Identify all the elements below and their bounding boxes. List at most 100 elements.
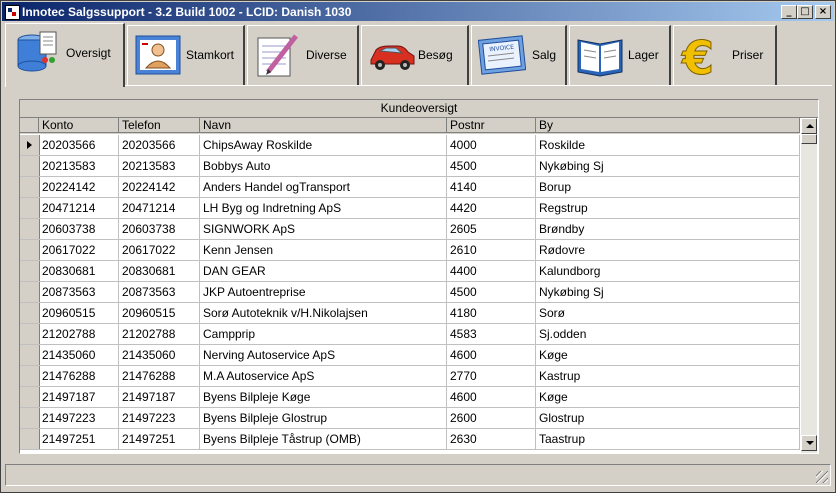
- table-row[interactable]: 20873563 20873563 JKP Autoentreprise 4500 Ny…: [20, 282, 800, 303]
- cell-postnr[interactable]: 4600: [447, 387, 536, 407]
- table-row[interactable]: 20830681 20830681 DAN GEAR 4400 Kalundborg: [20, 261, 800, 282]
- table-row[interactable]: 20960515 20960515 Sorø Autoteknik v/H.Niko…: [20, 303, 800, 324]
- cell-navn[interactable]: LH Byg og Indretning ApS: [200, 198, 447, 218]
- app-icon[interactable]: [5, 5, 20, 20]
- cell-navn[interactable]: JKP Autoentreprise: [200, 282, 447, 302]
- cell-by[interactable]: Sorø: [536, 303, 800, 323]
- table-row[interactable]: 21497187 21497187 Byens Bilpleje Køge 4600 K…: [20, 387, 800, 408]
- cell-by[interactable]: Regstrup: [536, 198, 800, 218]
- cell-postnr[interactable]: 4500: [447, 156, 536, 176]
- column-header-navn[interactable]: Navn: [200, 118, 447, 133]
- cell-postnr[interactable]: 4600: [447, 345, 536, 365]
- cell-konto[interactable]: 20224142: [39, 177, 119, 197]
- cell-telefon[interactable]: 20873563: [119, 282, 200, 302]
- cell-postnr[interactable]: 4583: [447, 324, 536, 344]
- tab-lager[interactable]: Lager: [569, 25, 671, 85]
- cell-navn[interactable]: SIGNWORK ApS: [200, 219, 447, 239]
- table-row[interactable]: 20617022 20617022 Kenn Jensen 2610 Rødovre: [20, 240, 800, 261]
- cell-konto[interactable]: 21497251: [39, 429, 119, 449]
- vertical-scrollbar[interactable]: [801, 118, 817, 453]
- cell-konto[interactable]: 20617022: [39, 240, 119, 260]
- cell-navn[interactable]: Byens Bilpleje Glostrup: [200, 408, 447, 428]
- cell-telefon[interactable]: 20213583: [119, 156, 200, 176]
- cell-telefon[interactable]: 20471214: [119, 198, 200, 218]
- cell-by[interactable]: Rødovre: [536, 240, 800, 260]
- table-row[interactable]: 20603738 20603738 SIGNWORK ApS 2605 Brøndby: [20, 219, 800, 240]
- column-header-postnr[interactable]: Postnr: [447, 118, 536, 133]
- tab-stamkort[interactable]: Stamkort: [127, 25, 245, 85]
- cell-telefon[interactable]: 20203566: [119, 135, 200, 155]
- row-indicator[interactable]: [20, 324, 40, 344]
- cell-postnr[interactable]: 4000: [447, 135, 536, 155]
- cell-konto[interactable]: 21497187: [39, 387, 119, 407]
- row-indicator[interactable]: [20, 303, 40, 323]
- cell-by[interactable]: Glostrup: [536, 408, 800, 428]
- table-row[interactable]: 21435060 21435060 Nerving Autoservice ApS 4…: [20, 345, 800, 366]
- cell-telefon[interactable]: 21497223: [119, 408, 200, 428]
- cell-navn[interactable]: ChipsAway Roskilde: [200, 135, 447, 155]
- cell-konto[interactable]: 20873563: [39, 282, 119, 302]
- title-bar[interactable]: Innotec Salgssupport - 3.2 Build 1002 - …: [2, 2, 834, 21]
- row-indicator[interactable]: [20, 282, 40, 302]
- cell-telefon[interactable]: 20830681: [119, 261, 200, 281]
- row-indicator[interactable]: [20, 366, 40, 386]
- cell-navn[interactable]: Byens Bilpleje Køge: [200, 387, 447, 407]
- cell-telefon[interactable]: 21476288: [119, 366, 200, 386]
- cell-postnr[interactable]: 4420: [447, 198, 536, 218]
- row-indicator[interactable]: [20, 135, 40, 155]
- cell-telefon[interactable]: 21497187: [119, 387, 200, 407]
- cell-telefon[interactable]: 21497251: [119, 429, 200, 449]
- tab-oversigt[interactable]: Oversigt: [5, 23, 125, 87]
- table-row[interactable]: 21476288 21476288 M.A Autoservice ApS 2770 K…: [20, 366, 800, 387]
- cell-postnr[interactable]: 4140: [447, 177, 536, 197]
- resize-grip[interactable]: [816, 471, 828, 483]
- cell-postnr[interactable]: 4180: [447, 303, 536, 323]
- tab-besog[interactable]: Besøg: [361, 25, 469, 85]
- cell-by[interactable]: Borup: [536, 177, 800, 197]
- cell-postnr[interactable]: 4400: [447, 261, 536, 281]
- tab-salg[interactable]: INVOICE Salg: [471, 25, 567, 85]
- row-indicator[interactable]: [20, 429, 40, 449]
- cell-by[interactable]: Sj.odden: [536, 324, 800, 344]
- cell-postnr[interactable]: 4500: [447, 282, 536, 302]
- cell-konto[interactable]: 20830681: [39, 261, 119, 281]
- table-row[interactable]: 21497223 21497223 Byens Bilpleje Glostrup 2…: [20, 408, 800, 429]
- table-row[interactable]: 20224142 20224142 Anders Handel ogTranspor…: [20, 177, 800, 198]
- table-row[interactable]: 21202788 21202788 Campprip 4583 Sj.odden: [20, 324, 800, 345]
- row-indicator[interactable]: [20, 240, 40, 260]
- column-header-telefon[interactable]: Telefon: [119, 118, 200, 133]
- cell-navn[interactable]: Byens Bilpleje Tåstrup (OMB): [200, 429, 447, 449]
- tab-diverse[interactable]: Diverse: [247, 25, 359, 85]
- cell-konto[interactable]: 21476288: [39, 366, 119, 386]
- table-row[interactable]: 20471214 20471214 LH Byg og Indretning ApS…: [20, 198, 800, 219]
- cell-postnr[interactable]: 2600: [447, 408, 536, 428]
- cell-by[interactable]: Køge: [536, 387, 800, 407]
- scroll-up-button[interactable]: [801, 118, 817, 134]
- cell-telefon[interactable]: 20224142: [119, 177, 200, 197]
- row-indicator[interactable]: [20, 345, 40, 365]
- table-row[interactable]: 21497251 21497251 Byens Bilpleje Tåstrup (…: [20, 429, 800, 450]
- maximize-button[interactable]: □: [797, 5, 813, 19]
- cell-navn[interactable]: M.A Autoservice ApS: [200, 366, 447, 386]
- cell-konto[interactable]: 20471214: [39, 198, 119, 218]
- cell-telefon[interactable]: 20603738: [119, 219, 200, 239]
- cell-telefon[interactable]: 21435060: [119, 345, 200, 365]
- cell-by[interactable]: Taastrup: [536, 429, 800, 449]
- cell-telefon[interactable]: 20960515: [119, 303, 200, 323]
- cell-postnr[interactable]: 2630: [447, 429, 536, 449]
- cell-by[interactable]: Kastrup: [536, 366, 800, 386]
- row-indicator[interactable]: [20, 261, 40, 281]
- row-indicator[interactable]: [20, 219, 40, 239]
- table-row[interactable]: 20213583 20213583 Bobbys Auto 4500 Nykøbing …: [20, 156, 800, 177]
- row-indicator[interactable]: [20, 387, 40, 407]
- column-header-konto[interactable]: Konto: [39, 118, 119, 133]
- cell-by[interactable]: Nykøbing Sj: [536, 156, 800, 176]
- cell-konto[interactable]: 20603738: [39, 219, 119, 239]
- cell-postnr[interactable]: 2770: [447, 366, 536, 386]
- cell-postnr[interactable]: 2605: [447, 219, 536, 239]
- cell-konto[interactable]: 20203566: [39, 135, 119, 155]
- cell-navn[interactable]: Nerving Autoservice ApS: [200, 345, 447, 365]
- cell-konto[interactable]: 20213583: [39, 156, 119, 176]
- cell-konto[interactable]: 20960515: [39, 303, 119, 323]
- cell-navn[interactable]: DAN GEAR: [200, 261, 447, 281]
